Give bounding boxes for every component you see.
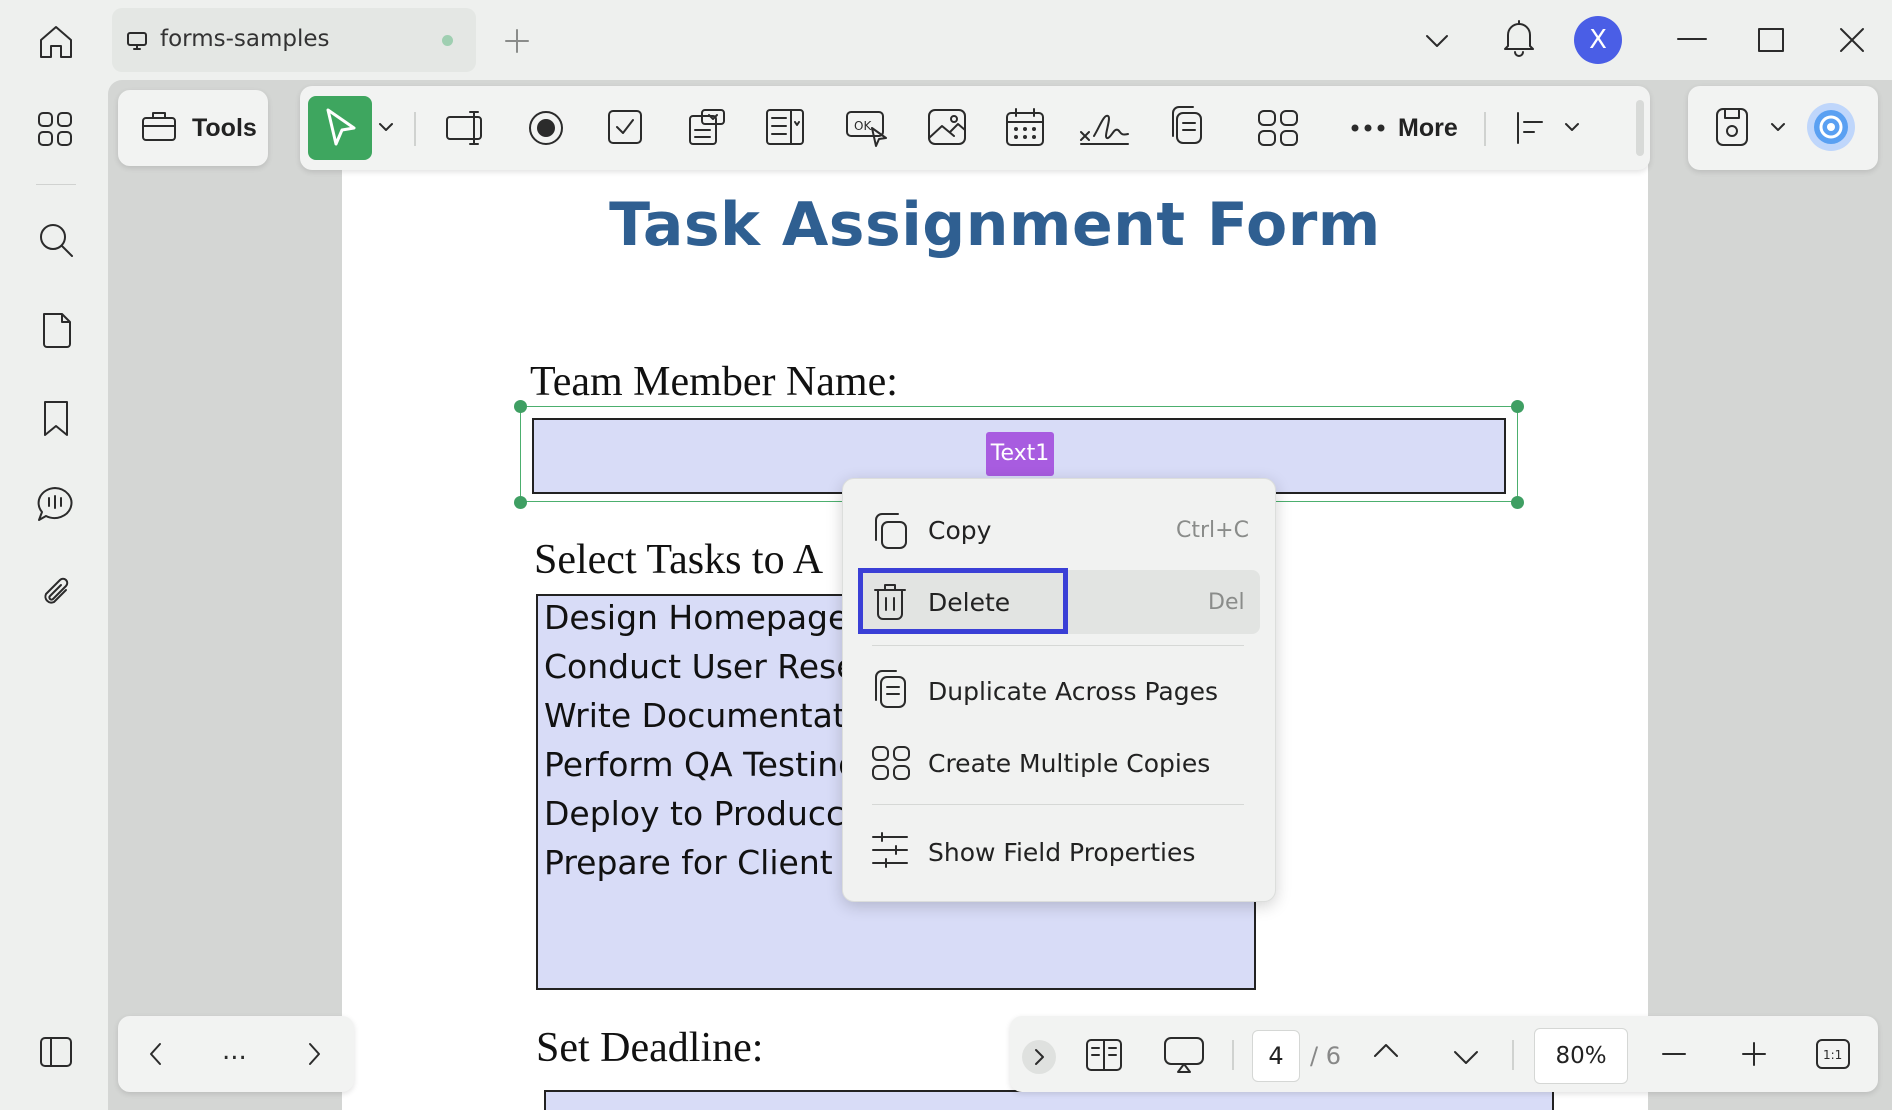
comment-icon[interactable] [34, 484, 76, 524]
presentation-icon[interactable] [1162, 1034, 1206, 1076]
list-item[interactable]: Design Homepage [544, 598, 848, 637]
duplicate-pages-icon [870, 668, 910, 712]
delete-shortcut: Del [1208, 590, 1245, 615]
toolbar-divider [1512, 1040, 1514, 1070]
tab-title: forms-samples [160, 26, 330, 52]
more-button[interactable]: More [1398, 114, 1458, 143]
resize-handle[interactable] [514, 496, 527, 509]
monitor-icon [126, 30, 148, 52]
zoom-out-icon[interactable] [1660, 1044, 1688, 1064]
new-tab-icon[interactable] [504, 28, 530, 54]
resize-handle[interactable] [514, 400, 527, 413]
zoom-level[interactable]: 80% [1534, 1028, 1628, 1084]
search-icon[interactable] [36, 220, 76, 260]
save-icon[interactable] [1714, 106, 1750, 148]
sliders-icon [870, 830, 910, 870]
chevron-down-icon[interactable] [1564, 120, 1580, 134]
expand-button[interactable] [1022, 1040, 1056, 1074]
user-avatar[interactable]: X [1574, 16, 1622, 64]
attachment-icon[interactable] [38, 572, 74, 612]
close-icon[interactable] [1838, 26, 1866, 54]
tab-status-dot [442, 35, 453, 46]
list-item[interactable]: Perform QA Testing [544, 745, 859, 784]
toolbar-divider [1484, 112, 1486, 146]
zoom-in-icon[interactable] [1740, 1040, 1768, 1068]
two-page-view-icon[interactable] [1084, 1036, 1124, 1074]
text-field-icon[interactable] [444, 108, 488, 148]
chevron-down-icon[interactable] [1770, 120, 1786, 134]
field-name-tag: Text1 [986, 432, 1054, 476]
menu-item-show-field-properties[interactable]: Show Field Properties [928, 838, 1195, 867]
align-icon[interactable] [1514, 110, 1548, 146]
radio-button-icon[interactable] [526, 108, 566, 148]
list-item[interactable]: Write Documentatic [544, 696, 873, 735]
list-item[interactable]: Deploy to Produccti [544, 794, 866, 833]
more-dots-icon[interactable] [1350, 122, 1386, 134]
button-field-icon[interactable]: OK [844, 106, 890, 150]
chevron-left-icon[interactable] [146, 1040, 166, 1068]
resize-handle[interactable] [1511, 400, 1524, 413]
copy-shortcut: Ctrl+C [1176, 518, 1249, 543]
menu-item-create-multiple-copies[interactable]: Create Multiple Copies [928, 749, 1210, 778]
chevron-down-icon[interactable] [1424, 30, 1450, 52]
delete-highlight-box [858, 568, 1068, 634]
svg-text:1:1: 1:1 [1823, 1048, 1842, 1062]
actual-size-icon[interactable]: 1:1 [1814, 1036, 1852, 1072]
select-tool-button[interactable] [308, 96, 372, 160]
tools-label: Tools [192, 114, 257, 142]
resize-handle[interactable] [1511, 496, 1524, 509]
menu-item-copy[interactable]: Copy [928, 516, 991, 545]
multiple-copies-icon[interactable] [1256, 108, 1300, 148]
set-deadline-label: Set Deadline: [536, 1025, 764, 1071]
chevron-up-icon[interactable] [1372, 1040, 1400, 1062]
list-box-icon[interactable] [764, 106, 806, 148]
chevron-right-icon[interactable] [304, 1040, 324, 1068]
checkbox-icon[interactable] [606, 108, 644, 146]
page-number-input[interactable]: 4 [1252, 1030, 1300, 1082]
duplicate-icon[interactable] [1166, 104, 1208, 148]
bookmark-icon[interactable] [40, 398, 72, 438]
image-field-icon[interactable] [926, 106, 968, 148]
page-total: / 6 [1310, 1042, 1341, 1070]
sidebar-toggle-icon[interactable] [38, 1034, 74, 1070]
signature-icon[interactable] [1078, 106, 1132, 148]
menu-item-duplicate-across-pages[interactable]: Duplicate Across Pages [928, 677, 1218, 706]
ellipsis-button[interactable]: ... [222, 1036, 247, 1066]
combo-box-icon[interactable] [686, 106, 728, 148]
sidebar-divider [36, 184, 76, 185]
maximize-icon[interactable] [1756, 26, 1786, 54]
list-item[interactable]: Prepare for Client M [544, 843, 872, 882]
copy-icon [870, 510, 910, 552]
date-field-icon[interactable] [1004, 106, 1046, 148]
home-icon[interactable] [36, 22, 76, 62]
toolbar-divider [414, 112, 416, 146]
document-title: Task Assignment Form [609, 190, 1381, 260]
menu-separator [872, 645, 1244, 646]
ai-assistant-icon[interactable] [1806, 102, 1856, 152]
toolbox-icon [140, 106, 178, 144]
list-item[interactable]: Conduct User Resea [544, 647, 877, 686]
select-tasks-label: Select Tasks to A [534, 537, 824, 583]
minimize-icon[interactable] [1676, 28, 1708, 50]
grid-copies-icon [870, 744, 912, 782]
toolbar-scrollbar[interactable] [1636, 100, 1644, 156]
toolbar-divider [1232, 1040, 1234, 1070]
chevron-down-icon[interactable] [1452, 1046, 1480, 1068]
deadline-field[interactable] [544, 1090, 1554, 1110]
menu-separator [872, 804, 1244, 805]
apps-grid-icon[interactable] [36, 110, 74, 148]
team-member-name-label: Team Member Name: [530, 359, 898, 405]
bell-icon[interactable] [1500, 18, 1538, 58]
chevron-down-icon[interactable] [378, 120, 394, 134]
svg-text:OK: OK [854, 119, 872, 133]
page-icon[interactable] [38, 310, 74, 350]
